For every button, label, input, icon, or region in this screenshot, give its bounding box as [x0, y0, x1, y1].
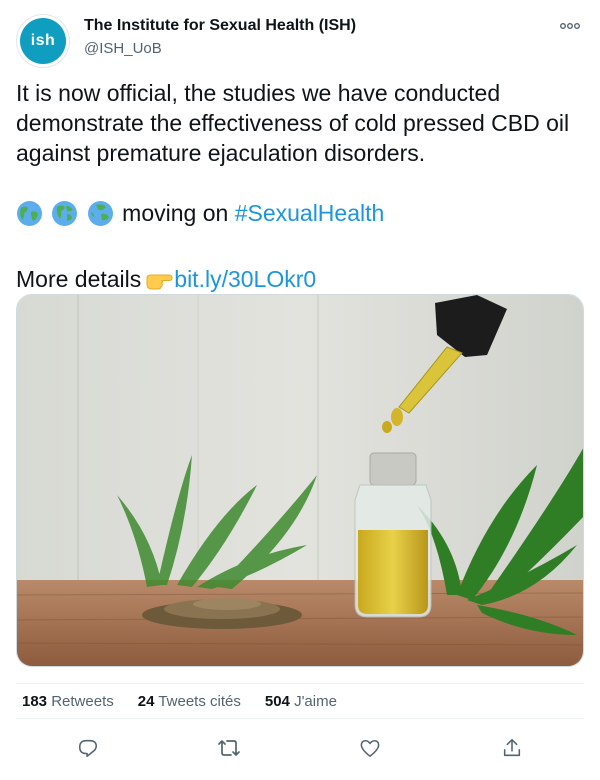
author-handle[interactable]: @ISH_UoB	[84, 40, 162, 57]
share-button[interactable]	[498, 736, 526, 764]
moving-on-line: moving on #SexualHealth	[16, 198, 586, 234]
globe-emoji-icon	[52, 201, 78, 226]
reply-button[interactable]	[74, 736, 102, 764]
likes-count: 504	[264, 692, 290, 710]
likes-stat[interactable]: 504 J'aime	[265, 693, 337, 710]
retweets-label: Retweets	[51, 692, 114, 710]
globe-emoji-icon	[87, 201, 113, 226]
details-text: More details	[16, 266, 142, 292]
avatar[interactable]: ish	[16, 14, 70, 68]
tweet-text: It is now official, the studies we have …	[16, 78, 586, 298]
retweets-count: 183	[22, 692, 48, 710]
more-options-button[interactable]	[556, 14, 584, 38]
tweet-line: It is now official, the studies we have …	[16, 80, 501, 106]
hashtag-link[interactable]: #SexualHealth	[235, 200, 385, 226]
share-icon	[501, 737, 523, 764]
tweet-line: against premature ejaculation disorders.	[16, 140, 426, 166]
quotes-label: Tweets cités	[158, 692, 241, 710]
tweet-line: demonstrate the effectiveness of cold pr…	[16, 110, 570, 136]
details-link[interactable]: bit.ly/30LOkr0	[174, 266, 316, 292]
like-button[interactable]	[356, 736, 384, 764]
engagement-stats: 183 Retweets 24 Tweets cités 504 J'aime	[16, 683, 584, 719]
more-dots-icon	[559, 17, 581, 35]
quotes-stat[interactable]: 24 Tweets cités	[138, 693, 241, 710]
tweet-image[interactable]	[16, 294, 584, 667]
reply-icon	[77, 737, 99, 764]
tweet-card: ish The Institute for Sexual Health (ISH…	[0, 0, 600, 780]
avatar-logo: ish	[20, 18, 66, 64]
heart-icon	[359, 738, 381, 763]
action-bar	[0, 728, 600, 770]
retweet-button[interactable]	[215, 736, 243, 764]
globe-emoji-icon	[17, 201, 42, 226]
author-name[interactable]: The Institute for Sexual Health (ISH)	[84, 17, 356, 35]
retweets-stat[interactable]: 183 Retweets	[22, 693, 114, 710]
globe-emoji-group	[16, 200, 116, 234]
likes-label: J'aime	[294, 692, 337, 710]
quotes-count: 24	[137, 692, 155, 710]
moving-on-text: moving on	[122, 200, 229, 226]
details-line: More details bit.ly/30LOkr0	[16, 264, 586, 298]
retweet-icon	[217, 737, 241, 764]
